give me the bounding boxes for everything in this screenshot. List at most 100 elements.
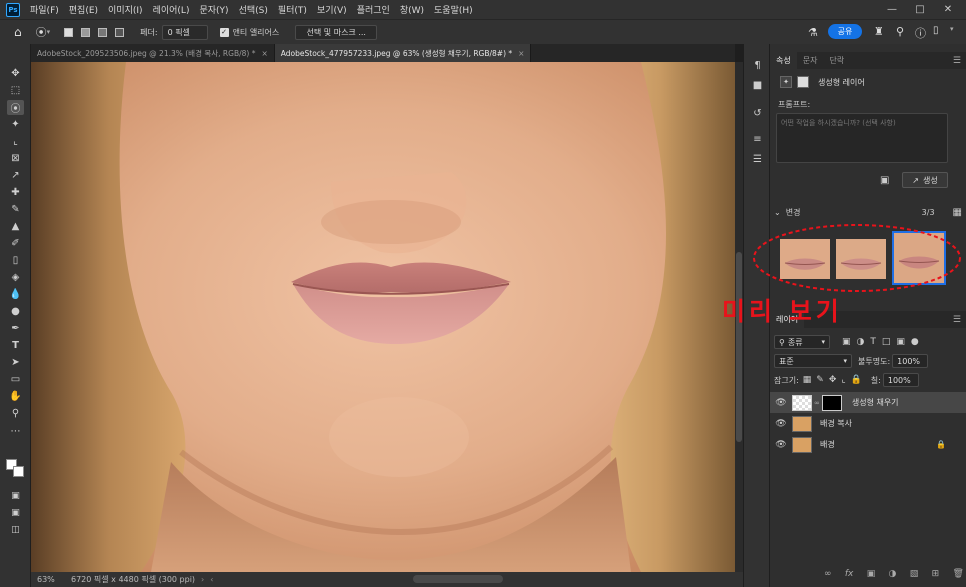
- menu-window[interactable]: 창(W): [395, 3, 429, 16]
- menu-filter[interactable]: 필터(T): [273, 3, 312, 16]
- quick-mask-icon[interactable]: ▣: [7, 488, 24, 503]
- screen-mode-icon[interactable]: ▣: [7, 505, 24, 520]
- layers-menu-icon[interactable]: ☰: [953, 315, 961, 325]
- menu-edit[interactable]: 편집(E): [64, 3, 103, 16]
- crop-tool-icon[interactable]: ⌞: [7, 134, 24, 149]
- help-icon[interactable]: ⓘ: [915, 25, 926, 41]
- dodge-tool-icon[interactable]: ●: [7, 304, 24, 319]
- panel-menu-icon[interactable]: ☰: [953, 56, 961, 66]
- scroll-left-icon[interactable]: ‹: [210, 575, 213, 584]
- menu-view[interactable]: 보기(V): [312, 3, 352, 16]
- more-tools-icon[interactable]: ⋯: [7, 424, 24, 439]
- workspace-chevron-icon[interactable]: ▾: [950, 25, 954, 33]
- fill-input[interactable]: 100%: [882, 373, 919, 387]
- search-icon[interactable]: ⚲: [896, 25, 904, 38]
- vertical-scroll-thumb[interactable]: [736, 252, 742, 442]
- grid-view-icon[interactable]: ▦: [953, 207, 962, 218]
- marquee-tool-icon[interactable]: ⬚: [7, 83, 24, 98]
- horizontal-scroll-thumb[interactable]: [413, 575, 503, 583]
- path-selection-tool-icon[interactable]: ➤: [7, 355, 24, 370]
- fx-icon[interactable]: fx: [845, 569, 854, 579]
- link-layers-icon[interactable]: ∞: [824, 569, 832, 579]
- clone-stamp-tool-icon[interactable]: ▲: [7, 219, 24, 234]
- tab-character[interactable]: 문자: [797, 52, 824, 69]
- maximize-icon[interactable]: □: [906, 0, 934, 19]
- antialias-checkbox[interactable]: ✓: [219, 27, 229, 37]
- hand-tool-icon[interactable]: ✋: [7, 389, 24, 404]
- eyedropper-tool-icon[interactable]: ↗: [7, 168, 24, 183]
- eye-icon[interactable]: 👁: [770, 440, 792, 450]
- add-selection-icon[interactable]: [81, 27, 91, 37]
- lasso-tool-preset-icon[interactable]: ⦿: [36, 24, 47, 40]
- flask-icon[interactable]: ⚗: [808, 26, 818, 39]
- intersect-selection-icon[interactable]: [115, 27, 125, 37]
- select-and-mask-button[interactable]: 선택 및 마스크 ...: [295, 24, 378, 40]
- frame-tool-icon[interactable]: ⊠: [7, 151, 24, 166]
- zoom-level[interactable]: 63%: [37, 575, 65, 584]
- eraser-tool-icon[interactable]: ▯: [7, 253, 24, 268]
- variations-header[interactable]: ⌄ 변경 3/3 ▦: [774, 207, 962, 218]
- background-color-swatch[interactable]: [13, 466, 24, 477]
- filter-kind-select[interactable]: ⚲ 종류 ▾: [774, 335, 830, 349]
- blur-tool-icon[interactable]: 💧: [7, 287, 24, 302]
- paint-bucket-tool-icon[interactable]: ◈: [7, 270, 24, 285]
- prompt-input[interactable]: 어떤 작업을 하시겠습니까? (선택 사항): [776, 113, 948, 163]
- group-icon[interactable]: ▧: [910, 569, 919, 579]
- adjustments-icon[interactable]: ☰: [750, 152, 765, 166]
- image-icon[interactable]: ▣: [880, 175, 889, 186]
- doc-tab-1[interactable]: AdobeStock_209523506.jpeg @ 21.3% (배경 복사…: [31, 44, 275, 62]
- minimize-icon[interactable]: —: [878, 0, 906, 19]
- blend-mode-select[interactable]: 표준 ▾: [774, 354, 852, 368]
- chevron-down-icon[interactable]: ▾: [47, 28, 51, 36]
- document-canvas[interactable]: [31, 62, 735, 572]
- close-icon[interactable]: ✕: [934, 0, 962, 19]
- tab-properties[interactable]: 속성: [770, 52, 797, 69]
- doc-tab-2[interactable]: AdobeStock_477957233.jpeg @ 63% (생성형 채우기…: [274, 44, 532, 62]
- healing-brush-tool-icon[interactable]: ✚: [7, 185, 24, 200]
- menu-select[interactable]: 선택(S): [234, 3, 273, 16]
- opacity-input[interactable]: 100%: [892, 354, 929, 368]
- layer-row-generative-fill[interactable]: 👁 ∞ 생성형 채우기: [770, 392, 966, 413]
- new-selection-icon[interactable]: [64, 27, 74, 37]
- history-brush-tool-icon[interactable]: ✐: [7, 236, 24, 251]
- status-chevron-icon[interactable]: ›: [201, 575, 204, 584]
- bell-icon[interactable]: ♜: [874, 25, 884, 38]
- generate-button[interactable]: ↗ 생성: [902, 172, 948, 188]
- layer-row-background[interactable]: 👁 배경 🔒: [770, 434, 966, 455]
- close-tab-icon[interactable]: ×: [518, 49, 524, 58]
- layer-row-background-copy[interactable]: 👁 배경 복사: [770, 413, 966, 434]
- zoom-tool-icon[interactable]: ⚲: [7, 406, 24, 421]
- menu-image[interactable]: 이미지(I): [103, 3, 148, 16]
- paragraph-icon[interactable]: ¶: [750, 58, 765, 72]
- new-layer-icon[interactable]: ⊞: [932, 569, 940, 579]
- adjustment-layer-icon[interactable]: ◑: [889, 569, 897, 579]
- lock-icons[interactable]: ▦✎✥⌞🔒: [803, 375, 867, 385]
- move-tool-icon[interactable]: ✥: [7, 66, 24, 81]
- trash-icon[interactable]: 🗑: [953, 569, 964, 579]
- subtract-selection-icon[interactable]: [98, 27, 108, 37]
- chevron-down-icon[interactable]: ⌄: [774, 208, 781, 217]
- menu-type[interactable]: 문자(Y): [194, 3, 233, 16]
- type-tool-icon[interactable]: T: [7, 338, 24, 353]
- object-selection-tool-icon[interactable]: ✦: [7, 117, 24, 132]
- rectangle-tool-icon[interactable]: ▭: [7, 372, 24, 387]
- eye-icon[interactable]: 👁: [770, 398, 792, 408]
- share-button[interactable]: 공유: [828, 24, 862, 39]
- comments-icon[interactable]: ■: [750, 78, 765, 92]
- add-mask-icon[interactable]: ▣: [867, 569, 876, 579]
- eye-icon[interactable]: 👁: [770, 419, 792, 429]
- brush-settings-icon[interactable]: ≡: [750, 132, 765, 146]
- menu-plugins[interactable]: 플러그인: [352, 3, 395, 16]
- menu-file[interactable]: 파일(F): [25, 3, 64, 16]
- home-icon[interactable]: ⌂: [14, 25, 22, 39]
- menu-layer[interactable]: 레이어(L): [148, 3, 195, 16]
- feather-input[interactable]: 0 픽셀: [161, 24, 208, 40]
- pen-tool-icon[interactable]: ✒: [7, 321, 24, 336]
- close-tab-icon[interactable]: ×: [261, 49, 267, 58]
- brush-tool-icon[interactable]: ✎: [7, 202, 24, 217]
- tab-paragraph[interactable]: 단락: [823, 52, 850, 69]
- history-icon[interactable]: ↺: [750, 106, 765, 120]
- menu-help[interactable]: 도움말(H): [429, 3, 478, 16]
- artboard-icon[interactable]: ◫: [7, 522, 24, 537]
- workspace-icon[interactable]: ▯: [933, 25, 939, 36]
